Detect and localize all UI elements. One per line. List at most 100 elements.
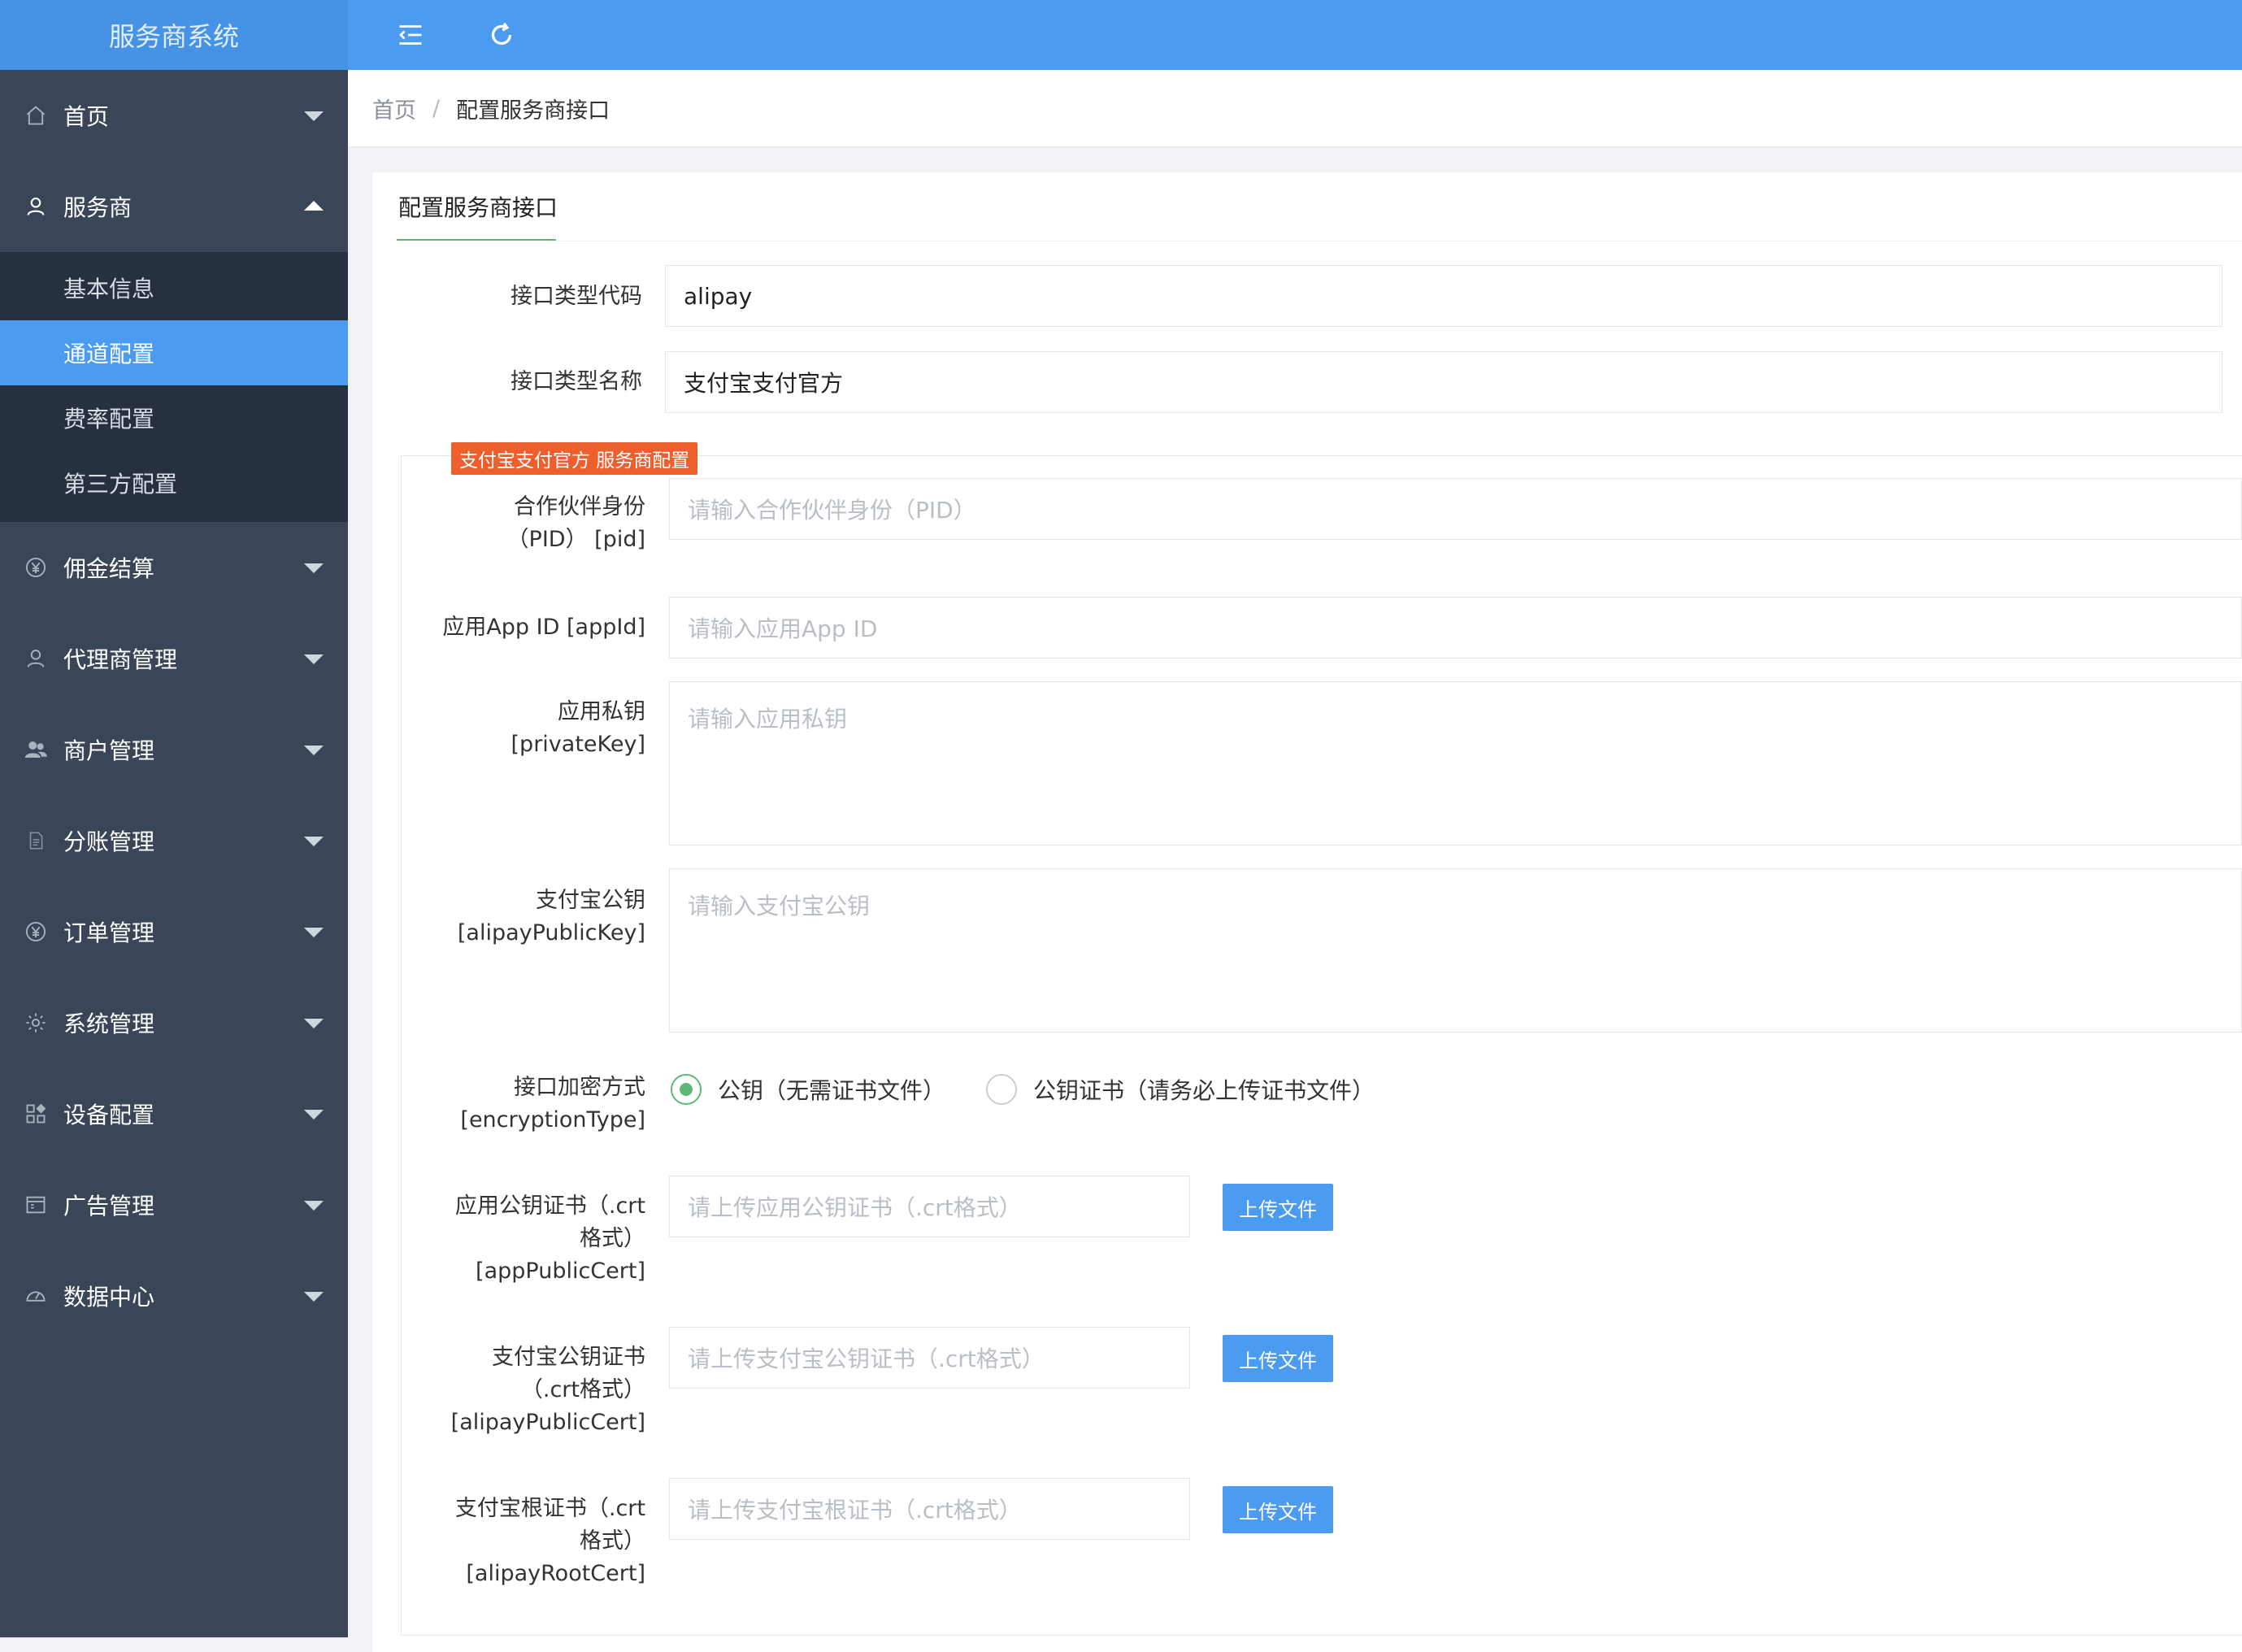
private-key-label: 应用私钥 [privateKey] [423,696,645,761]
app-public-cert-label-line-2: 格式） [580,1226,645,1251]
caret-down-icon [304,837,324,846]
users-icon [23,737,49,763]
sidebar-item-order[interactable]: 订单管理 [0,886,348,977]
tab-config-interface[interactable]: 配置服务商接口 [397,172,559,241]
caret-down-icon [304,111,324,121]
sidebar-item-label: 系统管理 [63,1011,155,1037]
alipay-public-cert-upload-button[interactable]: 上传文件 [1223,1335,1333,1382]
breadcrumb-separator: / [432,95,441,121]
sidebar-item-home[interactable]: 首页 [0,70,348,161]
sidebar-item-system[interactable]: 系统管理 [0,977,348,1068]
app-public-cert-label-line-3: [appPublicCert] [476,1259,645,1284]
breadcrumb: 首页 / 配置服务商接口 [348,70,2242,147]
menu-fold-icon[interactable] [393,17,428,53]
user-icon [23,646,49,672]
caret-down-icon [304,1292,324,1302]
alipay-public-cert-label-line-3: [alipayPublicCert] [450,1410,645,1435]
document-icon [23,828,49,854]
caret-down-icon [304,654,324,664]
private-key-label-line-2: [privateKey] [511,732,645,757]
if-name-input[interactable]: 支付宝支付官方 [665,351,2222,413]
sidebar-item-label: 代理商管理 [63,646,178,673]
home-icon [23,102,49,128]
caret-down-icon [304,746,324,755]
sidebar-item-merchant[interactable]: 商户管理 [0,704,348,795]
dashboard-icon [23,1283,49,1309]
app-title: 服务商系统 [0,0,348,70]
caret-down-icon [304,1201,324,1211]
alipay-root-cert-label-line-2: 格式） [580,1528,645,1554]
sidebar-item-label: 分账管理 [63,828,155,855]
sidebar-item-split[interactable]: 分账管理 [0,795,348,886]
alipay-public-cert-label: 支付宝公钥证书 （.crt格式） [alipayPublicCert] [423,1341,645,1439]
alipay-public-cert-input[interactable]: 请上传支付宝公钥证书（.crt格式） [669,1327,1190,1389]
alipay-public-cert-label-line-1: 支付宝公钥证书 [492,1345,645,1370]
sidebar-item-label: 数据中心 [63,1284,155,1311]
private-key-textarea[interactable]: 请输入应用私钥 [669,681,2242,846]
yen-icon [23,554,49,580]
sidebar-item-label: 设备配置 [63,1102,155,1128]
radio-checked-icon [671,1074,702,1105]
alipay-public-key-label: 支付宝公钥 [alipayPublicKey] [423,885,645,950]
alipay-public-key-textarea[interactable]: 请输入支付宝公钥 [669,868,2242,1032]
submenu-item-third-party-config[interactable]: 第三方配置 [0,450,348,515]
provider-config-legend: 支付宝支付官方 服务商配置 [451,442,698,475]
private-key-label-line-1: 应用私钥 [558,699,645,724]
caret-down-icon [304,1110,324,1119]
app-id-label: 应用App ID [appId] [442,615,645,640]
app-public-cert-upload-button[interactable]: 上传文件 [1223,1184,1333,1231]
sidebar-item-label: 商户管理 [63,737,155,764]
pid-label-line-2: （PID） [pid] [506,527,645,552]
alipay-public-key-label-line-2: [alipayPublicKey] [457,920,645,946]
caret-up-icon [304,201,324,211]
alipay-root-cert-input[interactable]: 请上传支付宝根证书（.crt格式） [669,1478,1190,1540]
encryption-type-label: 接口加密方式 [encryptionType] [423,1072,645,1137]
sidebar-item-label: 首页 [63,103,110,130]
alipay-root-cert-label-line-3: [alipayRootCert] [466,1561,645,1586]
alipay-public-key-label-line-1: 支付宝公钥 [536,888,645,913]
caret-down-icon [304,928,324,937]
caret-down-icon [304,563,324,573]
submenu-item-basic-info[interactable]: 基本信息 [0,255,348,320]
encryption-type-label-line-1: 接口加密方式 [514,1075,645,1100]
sidebar-item-device[interactable]: 设备配置 [0,1068,348,1159]
gear-icon [23,1010,49,1036]
apps-icon [23,1101,49,1127]
app-public-cert-input[interactable]: 请上传应用公钥证书（.crt格式） [669,1176,1190,1237]
alipay-root-cert-upload-button[interactable]: 上传文件 [1223,1486,1333,1533]
app-public-cert-label-line-1: 应用公钥证书（.crt [454,1193,645,1219]
sidebar-item-service-provider[interactable]: 服务商 [0,161,348,252]
refresh-icon[interactable] [484,17,519,53]
sidebar-item-label: 广告管理 [63,1193,155,1219]
sidebar-item-data-center[interactable]: 数据中心 [0,1250,348,1341]
sidebar-item-ads[interactable]: 广告管理 [0,1159,348,1250]
pid-label: 合作伙伴身份 （PID） [pid] [423,491,645,556]
pid-input[interactable]: 请输入合作伙伴身份（PID） [669,478,2242,540]
app-public-cert-label: 应用公钥证书（.crt 格式） [appPublicCert] [423,1190,645,1288]
caret-down-icon [304,1019,324,1028]
sidebar-item-label: 佣金结算 [63,555,155,582]
yen-icon [23,919,49,945]
sidebar-item-label: 订单管理 [63,919,155,946]
if-code-input[interactable]: alipay [665,265,2222,327]
breadcrumb-home[interactable]: 首页 [372,93,416,124]
radio-public-key[interactable]: 公钥（无需证书文件） [671,1073,945,1106]
radio-unchecked-icon [986,1074,1017,1105]
encryption-type-label-line-2: [encryptionType] [460,1107,645,1132]
sidebar-item-commission[interactable]: 佣金结算 [0,522,348,613]
alipay-root-cert-label: 支付宝根证书（.crt 格式） [alipayRootCert] [423,1493,645,1590]
top-bar [348,0,2242,70]
app-id-input[interactable]: 请输入应用App ID [669,597,2242,659]
pid-label-line-1: 合作伙伴身份 [514,494,645,520]
radio-public-key-cert[interactable]: 公钥证书（请务必上传证书文件） [986,1073,1375,1106]
submenu-service-provider: 基本信息 通道配置 费率配置 第三方配置 [0,252,348,522]
submenu-item-channel-config[interactable]: 通道配置 [0,320,348,385]
alipay-root-cert-label-line-1: 支付宝根证书（.crt [454,1496,645,1521]
submenu-item-rate-config[interactable]: 费率配置 [0,385,348,450]
if-code-label: 接口类型代码 [511,284,642,309]
user-icon [23,193,49,220]
radio-public-key-cert-label: 公钥证书（请务必上传证书文件） [1033,1077,1375,1104]
sidebar-item-agent[interactable]: 代理商管理 [0,613,348,704]
sidebar-item-label: 服务商 [63,194,133,221]
alipay-public-cert-label-line-2: （.crt格式） [520,1377,645,1402]
